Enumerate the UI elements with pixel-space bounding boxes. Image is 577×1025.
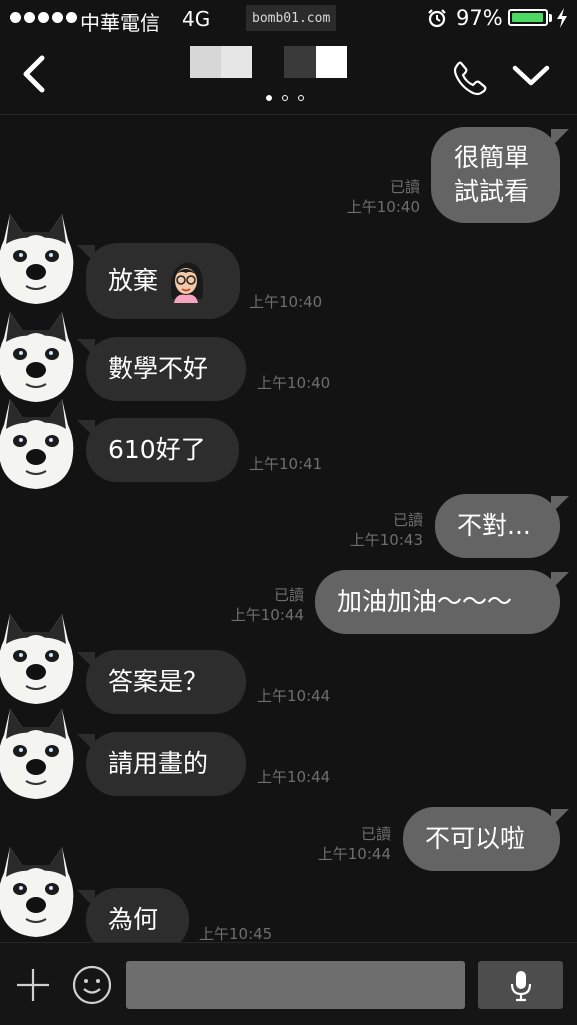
- message-text: 放棄: [108, 266, 159, 295]
- alarm-icon: [428, 9, 446, 28]
- received-message-bubble[interactable]: 答案是？: [77, 650, 246, 714]
- message-time: 上午10:40: [249, 293, 323, 311]
- read-receipt: 已讀: [360, 825, 391, 843]
- received-message-bubble[interactable]: 610好了: [77, 418, 239, 482]
- call-icon[interactable]: [452, 60, 488, 96]
- message-text: 很簡單 試試看: [454, 143, 530, 206]
- message-time: 上午10:40: [257, 374, 331, 392]
- message-input-bar: [0, 942, 577, 1025]
- message-text: 請用畫的: [108, 749, 209, 778]
- message-meta: 已讀 上午10:43: [333, 510, 423, 550]
- husky-avatar-icon[interactable]: [0, 395, 76, 491]
- husky-avatar-icon[interactable]: [0, 705, 76, 801]
- charging-icon: [557, 8, 567, 28]
- battery-nub: [549, 14, 552, 22]
- message-time: 上午10:41: [249, 455, 323, 473]
- contact-name-redacted: [190, 46, 350, 80]
- back-chevron-icon[interactable]: [18, 54, 48, 94]
- chat-header: [0, 38, 577, 115]
- watermark-text: bomb01.com: [252, 10, 331, 26]
- message-meta: 已讀 上午10:44: [301, 824, 391, 864]
- sent-message-bubble[interactable]: 很簡單 試試看: [431, 127, 569, 223]
- message-text: 加油加油～～～: [337, 587, 513, 616]
- status-bar: 中華電信 4G bomb01.com 97%: [0, 0, 577, 38]
- page-indicator: [266, 95, 304, 101]
- voice-button[interactable]: [478, 961, 563, 1009]
- sent-message-bubble[interactable]: 加油加油～～～: [315, 570, 569, 634]
- girl-sticker-icon: [171, 262, 204, 303]
- mic-icon: [510, 971, 532, 1002]
- sent-message-bubble[interactable]: 不對...: [435, 494, 569, 558]
- page-dot: [282, 95, 288, 101]
- message-meta: 已讀 上午10:40: [330, 177, 420, 217]
- clock-watermark-box: bomb01.com: [246, 5, 337, 31]
- husky-avatar-icon[interactable]: [0, 210, 76, 306]
- battery-percent: 97%: [456, 6, 503, 30]
- message-meta: 已讀 上午10:44: [214, 585, 304, 625]
- message-time: 上午10:44: [317, 845, 391, 863]
- battery-icon: [508, 9, 548, 26]
- message-time: 上午10:43: [349, 531, 423, 549]
- message-time: 上午10:44: [257, 687, 331, 705]
- emoji-icon[interactable]: [72, 965, 112, 1005]
- carrier-name: 中華電信: [80, 11, 160, 35]
- battery-fill: [512, 13, 543, 22]
- received-message-bubble[interactable]: 數學不好: [77, 337, 246, 401]
- signal-strength-icon: [10, 12, 77, 23]
- received-message-bubble[interactable]: 為何: [77, 888, 189, 942]
- received-message-bubble[interactable]: 放棄: [77, 243, 240, 319]
- message-text: 數學不好: [108, 354, 209, 383]
- message-list[interactable]: 已讀 上午10:40 很簡單 試試看 放棄 上午10:40 數學不好 上午10:…: [0, 115, 577, 942]
- read-receipt: 已讀: [392, 511, 423, 529]
- collapse-chevron-icon[interactable]: [512, 64, 550, 88]
- read-receipt: 已讀: [273, 586, 304, 604]
- message-time: 上午10:45: [199, 925, 273, 942]
- message-text: 610好了: [108, 435, 206, 464]
- received-message-bubble[interactable]: 請用畫的: [77, 732, 246, 796]
- message-time: 上午10:40: [346, 198, 420, 216]
- plus-icon[interactable]: [16, 968, 50, 1002]
- page-dot: [298, 95, 304, 101]
- message-time: 上午10:44: [230, 606, 304, 624]
- message-text: 為何: [108, 905, 159, 934]
- message-text: 答案是？: [108, 667, 209, 696]
- message-text: 不對...: [457, 511, 531, 540]
- message-time: 上午10:44: [257, 768, 331, 786]
- network-type: 4G: [182, 7, 211, 31]
- message-input[interactable]: [126, 961, 465, 1009]
- page-dot: [266, 95, 272, 101]
- message-text: 不可以啦: [425, 824, 526, 853]
- sent-message-bubble[interactable]: 不可以啦: [403, 807, 569, 871]
- husky-avatar-icon[interactable]: [0, 843, 76, 939]
- husky-avatar-icon[interactable]: [0, 308, 76, 404]
- read-receipt: 已讀: [389, 178, 420, 196]
- husky-avatar-icon[interactable]: [0, 610, 76, 706]
